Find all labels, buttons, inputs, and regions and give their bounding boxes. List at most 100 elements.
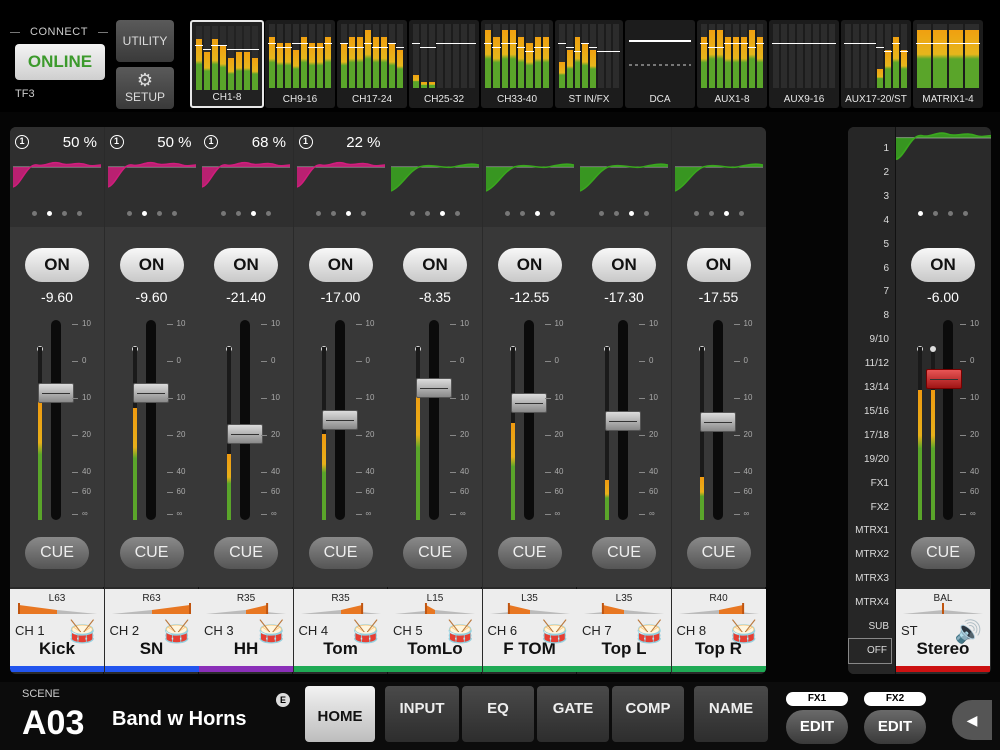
dca-label[interactable]: 19/20 xyxy=(864,454,889,465)
cue-button[interactable]: CUE xyxy=(592,537,656,569)
fader-knob[interactable] xyxy=(699,411,736,432)
channel-name-panel[interactable]: R40 CH 8 Top R 🥁 xyxy=(671,589,766,669)
dca-label[interactable]: 2 xyxy=(883,167,889,178)
tab-gate[interactable]: GATE xyxy=(537,686,609,742)
page-dots[interactable] xyxy=(672,211,766,216)
dca-label[interactable]: 4 xyxy=(883,215,889,226)
on-button[interactable]: ON xyxy=(592,248,656,282)
pan-indicator[interactable] xyxy=(17,601,97,615)
cue-button[interactable]: CUE xyxy=(119,537,184,569)
channel-name-panel[interactable]: L15 CH 5 TomLo 🥁 xyxy=(388,589,482,669)
dca-label[interactable]: 7 xyxy=(883,286,889,297)
dca-label[interactable]: 5 xyxy=(883,239,889,250)
bank-dca[interactable]: DCA xyxy=(625,20,695,108)
eq-curve[interactable] xyxy=(107,157,196,201)
eq-curve[interactable] xyxy=(13,157,101,201)
page-dots[interactable] xyxy=(388,211,482,216)
pan-indicator[interactable] xyxy=(584,601,664,615)
fader-knob[interactable] xyxy=(605,411,641,431)
tab-comp[interactable]: COMP xyxy=(612,686,684,742)
pan-indicator[interactable] xyxy=(678,601,759,615)
on-button[interactable]: ON xyxy=(119,248,184,282)
bank-ch9-16[interactable]: CH9-16 xyxy=(265,20,335,108)
on-button[interactable]: ON xyxy=(308,248,373,282)
eq-curve[interactable] xyxy=(580,157,668,201)
cue-button[interactable]: CUE xyxy=(403,537,467,569)
pan-indicator[interactable] xyxy=(903,601,983,615)
dca-label[interactable]: MTRX2 xyxy=(855,549,889,560)
online-button[interactable]: ONLINE xyxy=(15,44,105,80)
page-dots[interactable] xyxy=(199,211,293,216)
fader-knob[interactable] xyxy=(227,423,263,444)
on-button[interactable]: ON xyxy=(911,248,975,282)
dca-label[interactable]: MTRX4 xyxy=(855,597,889,608)
bank-ch33-40[interactable]: CH33-40 xyxy=(481,20,553,108)
fader-knob[interactable] xyxy=(38,382,74,403)
dca-label[interactable]: 8 xyxy=(883,310,889,321)
scene-name[interactable]: Band w Horns xyxy=(112,708,246,731)
eq-curve[interactable] xyxy=(296,157,385,201)
eq-curve[interactable] xyxy=(485,157,574,201)
bank-ch17-24[interactable]: CH17-24 xyxy=(337,20,407,108)
page-dots[interactable] xyxy=(10,211,104,216)
channel-name-panel[interactable]: R63 CH 2 SN 🥁 xyxy=(104,589,199,669)
on-button[interactable]: ON xyxy=(686,248,751,282)
pan-indicator[interactable] xyxy=(300,601,381,615)
fader-knob[interactable] xyxy=(132,382,169,403)
dca-label[interactable]: MTRX1 xyxy=(855,525,889,536)
page-dots[interactable] xyxy=(294,211,388,216)
dca-label[interactable]: SUB xyxy=(868,621,889,632)
cue-button[interactable]: CUE xyxy=(497,537,562,569)
fader-track[interactable] xyxy=(943,320,953,520)
fader-knob[interactable] xyxy=(321,409,358,430)
tab-input[interactable]: INPUT xyxy=(385,686,459,742)
bank-aux1-8[interactable]: AUX1-8 xyxy=(697,20,767,108)
eq-curve[interactable] xyxy=(202,157,290,201)
pan-indicator[interactable] xyxy=(206,601,286,615)
page-dots[interactable] xyxy=(896,211,990,216)
bank-matrix1-4[interactable]: MATRIX1-4 xyxy=(913,20,983,108)
fader-track[interactable] xyxy=(145,320,156,520)
scene-number[interactable]: A03 xyxy=(22,704,84,743)
tab-eq[interactable]: EQ xyxy=(462,686,534,742)
on-button[interactable]: ON xyxy=(25,248,89,282)
page-dots[interactable] xyxy=(105,211,199,216)
bank-aux9-16[interactable]: AUX9-16 xyxy=(769,20,839,108)
dca-label[interactable]: MTRX3 xyxy=(855,573,889,584)
eq-curve[interactable] xyxy=(895,127,991,175)
dca-label[interactable]: 13/14 xyxy=(864,382,889,393)
on-button[interactable]: ON xyxy=(403,248,467,282)
channel-name-panel[interactable]: R35 CH 4 Tom 🥁 xyxy=(293,589,388,669)
dca-off-button[interactable]: OFF xyxy=(848,638,892,664)
dca-label[interactable]: FX2 xyxy=(871,502,889,513)
cue-button[interactable]: CUE xyxy=(686,537,751,569)
cue-button[interactable]: CUE xyxy=(911,537,975,569)
fader-track[interactable] xyxy=(523,320,534,520)
fader-track[interactable] xyxy=(240,320,250,520)
page-dots[interactable] xyxy=(483,211,577,216)
cue-button[interactable]: CUE xyxy=(214,537,278,569)
channel-name-panel[interactable]: L35 CH 6F TOM 🥁 xyxy=(482,589,577,669)
pan-indicator[interactable] xyxy=(111,601,192,615)
page-dots[interactable] xyxy=(577,211,671,216)
fader-knob[interactable] xyxy=(510,393,547,414)
channel-name-panel[interactable]: BAL ST Stereo 🔊 xyxy=(896,589,990,669)
fader-knob[interactable] xyxy=(926,369,962,390)
fader-track[interactable] xyxy=(429,320,439,520)
fader-knob[interactable] xyxy=(416,377,452,398)
on-button[interactable]: ON xyxy=(214,248,278,282)
chevron-left-icon[interactable]: ◀ xyxy=(952,700,992,740)
dca-label[interactable]: 9/10 xyxy=(870,334,889,345)
cue-button[interactable]: CUE xyxy=(25,537,89,569)
channel-name-panel[interactable]: R35 CH 3 HH 🥁 xyxy=(199,589,293,669)
channel-name-panel[interactable]: L63 CH 1 Kick 🥁 xyxy=(10,589,104,669)
fx1-edit-button[interactable]: EDIT xyxy=(786,710,848,744)
dca-label[interactable]: 3 xyxy=(883,191,889,202)
dca-label[interactable]: 11/12 xyxy=(865,358,889,369)
eq-curve[interactable] xyxy=(391,157,479,201)
cue-button[interactable]: CUE xyxy=(308,537,373,569)
pan-indicator[interactable] xyxy=(395,601,475,615)
setup-button[interactable]: ⚙ SETUP xyxy=(116,67,174,109)
tab-name[interactable]: NAME xyxy=(694,686,768,742)
utility-button[interactable]: UTILITY xyxy=(116,20,174,62)
